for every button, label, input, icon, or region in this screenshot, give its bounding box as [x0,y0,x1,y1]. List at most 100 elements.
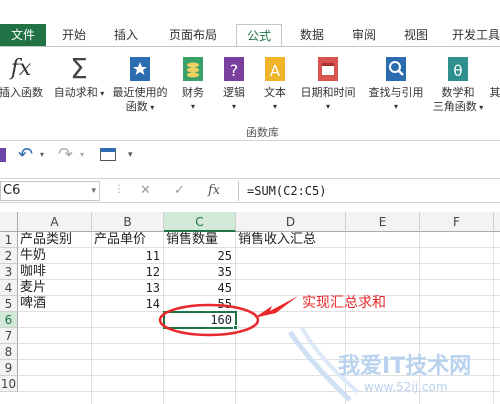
row-header-6[interactable]: 6 [0,312,18,328]
undo-dropdown-icon[interactable]: ▾ [40,150,44,159]
tab-view[interactable]: 视图 [396,24,436,47]
text-label: 文本 [264,86,286,99]
recently-used-label-2: 函数 [125,100,148,113]
more-functions-icon [489,55,500,83]
redo-icon[interactable]: ↷ [58,144,73,165]
datetime-label: 日期和时间 [300,86,356,99]
row-header-1[interactable]: 1 [0,232,18,248]
tab-file[interactable]: 文件 [0,24,46,47]
window-view-icon[interactable] [100,148,116,161]
cell-a3[interactable]: 咖啡 [18,264,92,280]
cell-a4[interactable]: 麦片 [18,280,92,296]
select-all-corner[interactable] [0,212,18,232]
name-box[interactable]: C6 ▾ [0,181,100,201]
tab-developer[interactable]: 开发工具 [446,24,500,47]
cell-a1[interactable]: 产品类别 [18,232,92,248]
annotation-ellipse [158,303,260,337]
calendar-book-icon [315,55,341,83]
cell-b3[interactable]: 12 [92,264,164,280]
financial-button[interactable]: 财务 ▾ [176,55,210,114]
watermark-url-text: www.52ij.com [364,380,448,394]
text-button[interactable]: A 文本 ▾ [258,55,292,114]
datetime-button[interactable]: 日期和时间 ▾ [296,55,360,114]
cell-b2[interactable]: 11 [92,248,164,264]
cell-b1[interactable]: 产品单价 [92,232,164,248]
cell-a5[interactable]: 啤酒 [18,296,92,312]
lookup-label: 查找与引用 [368,86,424,99]
row-header-5[interactable]: 5 [0,296,18,312]
quick-access-toolbar: ↶ ▾ ↷ ▾ ▾ [0,142,500,170]
tab-data[interactable]: 数据 [292,24,332,47]
question-book-icon: ? [221,55,247,83]
svg-text:?: ? [230,61,239,80]
recently-used-button[interactable]: 最近使用的 函数 ▾ [108,55,172,115]
autosum-button[interactable]: Σ 自动求和 ▾ [52,55,106,101]
formula-bar-grip-icon[interactable]: ⋮ [114,184,124,195]
column-header-f[interactable]: F [420,212,494,232]
ribbon-tab-bar: 文件 开始 插入 页面布局 公式 数据 审阅 视图 开发工具 [0,24,500,48]
row-header-7[interactable]: 7 [0,328,18,344]
tab-home[interactable]: 开始 [54,24,94,47]
autosum-label: 自动求和 [53,86,98,99]
watermark-main-text: 我爱IT技术网 [338,354,472,379]
cell-b5[interactable]: 14 [92,296,164,312]
name-box-value: C6 [3,183,21,198]
theta-book-icon: θ [445,55,471,83]
watermark-logo: 我爱IT技术网 www.52ij.com [280,322,500,404]
column-header-d[interactable]: D [236,212,346,232]
text-book-icon: A [262,55,288,83]
name-box-dropdown-icon[interactable]: ▾ [91,182,96,200]
row-header-4[interactable]: 4 [0,280,18,296]
math-trig-button[interactable]: θ 数学和 三角函数 ▾ [432,55,484,115]
more-functions-button[interactable]: 其 [488,55,500,100]
more-functions-label: 其 [489,86,500,99]
save-icon[interactable] [0,148,6,162]
insert-function-button[interactable]: fx 插入函数 [0,55,46,100]
column-header-b[interactable]: B [92,212,164,232]
svg-text:A: A [270,62,281,80]
magnifier-book-icon [383,55,409,83]
tab-formulas[interactable]: 公式 [236,24,282,48]
annotation-text: 实现汇总求和 [302,295,386,311]
tab-page-layout[interactable]: 页面布局 [160,24,226,47]
math-trig-label-1: 数学和 [441,86,475,99]
logical-button[interactable]: ? 逻辑 ▾ [218,55,250,114]
cell-c1[interactable]: 销售数量 [164,232,236,248]
tab-insert[interactable]: 插入 [106,24,146,47]
column-header-e[interactable]: E [346,212,420,232]
row-header-10[interactable]: 10 [0,376,18,392]
row-header-3[interactable]: 3 [0,264,18,280]
cell-c3[interactable]: 35 [164,264,236,280]
cell-a2[interactable]: 牛奶 [18,248,92,264]
svg-text:θ: θ [453,62,462,80]
logical-label: 逻辑 [223,86,245,99]
row-header-8[interactable]: 8 [0,344,18,360]
cancel-entry-button[interactable]: ✕ [140,183,151,198]
cell-b4[interactable]: 13 [92,280,164,296]
formula-bar: C6 ▾ ⋮ ✕ ✓ fx =SUM(C2:C5) [0,178,500,203]
undo-icon[interactable]: ↶ [18,144,33,165]
cell-d1[interactable]: 销售收入汇总 [236,232,346,248]
formula-input[interactable]: =SUM(C2:C5) [238,181,500,201]
cell-c4[interactable]: 45 [164,280,236,296]
star-book-icon [127,55,153,83]
function-library-group-label: 函数库 [246,126,279,139]
insert-function-fx-button[interactable]: fx [208,183,220,198]
cell-c2[interactable]: 25 [164,248,236,264]
worksheet-grid: A B C D E F 1 2 3 4 5 6 7 8 9 10 产品类别 产品… [0,212,500,404]
column-header-a[interactable]: A [18,212,92,232]
recently-used-label-1: 最近使用的 [112,86,168,99]
row-header-9[interactable]: 9 [0,360,18,376]
redo-dropdown-icon[interactable]: ▾ [80,150,84,159]
row-header-2[interactable]: 2 [0,248,18,264]
financial-label: 财务 [182,86,204,99]
coins-book-icon [180,55,206,83]
insert-function-label: 插入函数 [0,86,43,99]
column-header-overflow [494,212,500,232]
customize-qat-icon[interactable]: ▾ [128,150,133,160]
tab-review[interactable]: 审阅 [344,24,384,47]
sigma-icon: Σ [70,52,88,85]
column-header-c[interactable]: C [164,212,236,232]
lookup-button[interactable]: 查找与引用 ▾ [364,55,428,114]
confirm-entry-button[interactable]: ✓ [174,183,185,198]
